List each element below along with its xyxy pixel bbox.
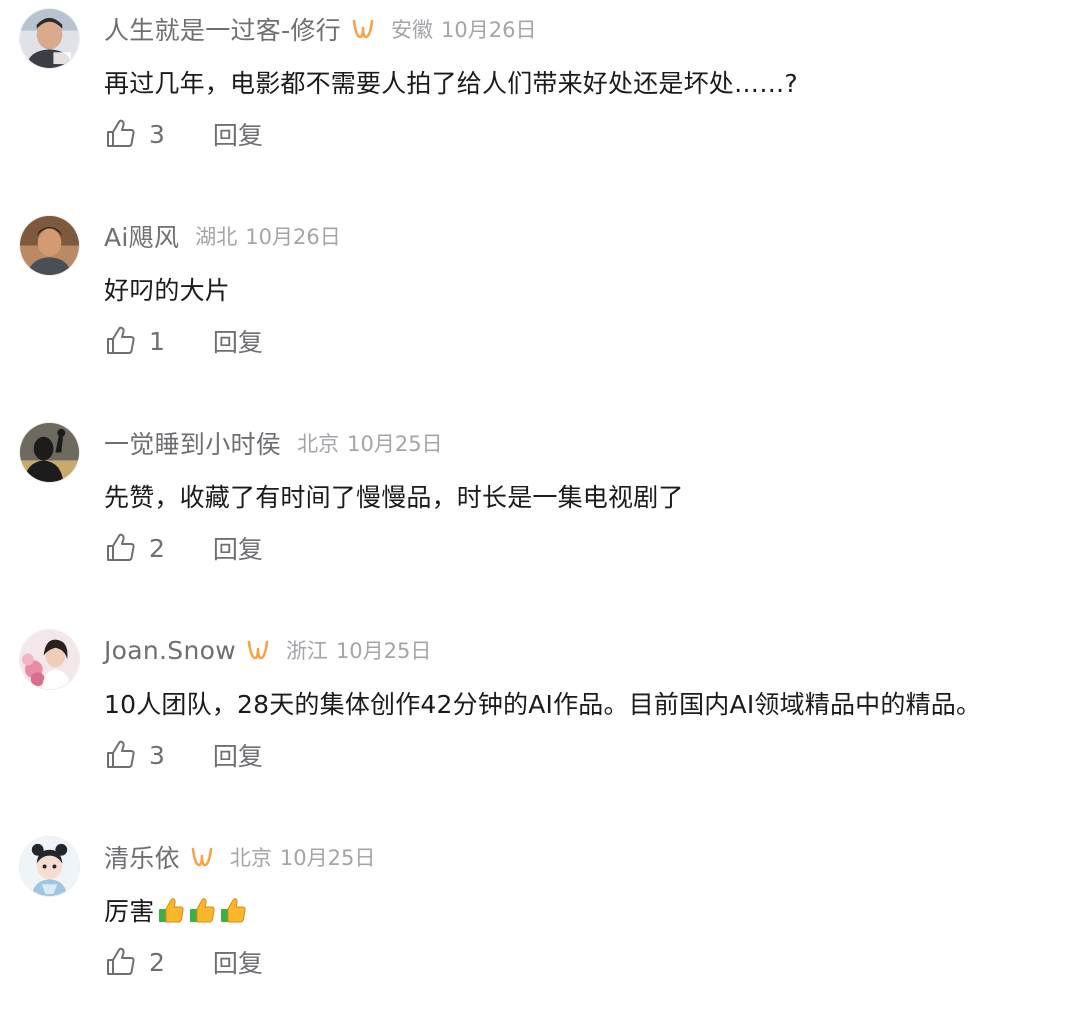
- like-count: 2: [149, 533, 165, 563]
- comment-text: 再过几年，电影都不需要人拍了给人们带来好处还是坏处……?: [104, 60, 798, 104]
- location: 北京: [229, 846, 272, 870]
- reply-button[interactable]: 回复: [213, 323, 263, 359]
- creator-badge-icon: [246, 638, 270, 662]
- timestamp: 10月25日: [347, 432, 443, 456]
- comment-actions: 1 回复: [104, 317, 263, 365]
- like-button[interactable]: 1: [104, 324, 165, 358]
- username[interactable]: 一觉睡到小时侯: [104, 425, 281, 461]
- comment-actions: 2 回复: [104, 524, 263, 572]
- thumbs-up-icon: [104, 945, 138, 979]
- comment-item: Ai飓风 湖北 10月26日好叼的大片 1 回复: [0, 207, 1080, 414]
- reply-button[interactable]: 回复: [213, 116, 263, 152]
- like-count: 3: [149, 119, 165, 149]
- comment-meta: 人生就是一过客-修行 安徽 10月26日: [104, 8, 536, 50]
- username[interactable]: 人生就是一过客-修行: [104, 11, 341, 47]
- avatar[interactable]: [19, 422, 80, 483]
- comment-text-body: 10人团队，28天的集体创作42分钟的AI作品。目前国内AI领域精品中的精品。: [104, 690, 982, 719]
- comment-text-body: 先赞，收藏了有时间了慢慢品，时长是一集电视剧了: [104, 483, 684, 512]
- username[interactable]: Joan.Snow: [104, 636, 236, 665]
- thumbs-up-emoji-icon: [156, 896, 185, 925]
- thumbs-up-icon: [104, 531, 138, 565]
- timestamp: 10月26日: [245, 225, 341, 249]
- comment-actions: 3 回复: [104, 731, 263, 779]
- location: 北京: [297, 432, 340, 456]
- comment-meta: 清乐依 北京 10月25日: [104, 836, 375, 878]
- comment-text: 厉害: [104, 888, 247, 932]
- comment-text-body: 厉害: [104, 897, 155, 926]
- thumbs-up-icon: [104, 324, 138, 358]
- thumbs-up-emoji-icon: [187, 896, 216, 925]
- like-button[interactable]: 2: [104, 945, 165, 979]
- comment-item: 人生就是一过客-修行 安徽 10月26日再过几年，电影都不需要人拍了给人们带来好处还…: [0, 0, 1080, 207]
- comment-item: 清乐依 北京 10月25日厉害 2 回复: [0, 828, 1080, 1035]
- timestamp: 10月26日: [441, 18, 537, 42]
- comment-meta: Joan.Snow 浙江 10月25日: [104, 629, 431, 671]
- avatar[interactable]: [19, 215, 80, 276]
- like-button[interactable]: 3: [104, 117, 165, 151]
- comment-actions: 3 回复: [104, 110, 263, 158]
- thumbs-up-icon: [104, 738, 138, 772]
- comment-item: 一觉睡到小时侯 北京 10月25日先赞，收藏了有时间了慢慢品，时长是一集电视剧了 2 回…: [0, 414, 1080, 621]
- like-button[interactable]: 3: [104, 738, 165, 772]
- like-count: 2: [149, 947, 165, 977]
- comment-item: Joan.Snow 浙江 10月25日 10人团队，28天的集体创作42分钟的AI作品…: [0, 621, 1080, 828]
- avatar[interactable]: [19, 836, 80, 897]
- location: 湖北: [195, 225, 238, 249]
- thumbs-up-emoji-icon: [218, 896, 247, 925]
- comment-meta: 一觉睡到小时侯 北京 10月25日: [104, 422, 443, 464]
- reply-button[interactable]: 回复: [213, 737, 263, 773]
- timestamp: 10月25日: [335, 639, 432, 663]
- like-button[interactable]: 2: [104, 531, 165, 565]
- location: 浙江: [285, 639, 328, 663]
- comment-text: 好叼的大片: [104, 267, 230, 311]
- avatar[interactable]: [19, 8, 80, 69]
- reply-button[interactable]: 回复: [213, 944, 263, 980]
- timestamp: 10月25日: [279, 846, 376, 870]
- location: 安徽: [391, 18, 434, 42]
- creator-badge-icon: [351, 17, 375, 41]
- comment-text-body: 好叼的大片: [104, 276, 231, 305]
- comment-text: 先赞，收藏了有时间了慢慢品，时长是一集电视剧了: [104, 474, 684, 518]
- username[interactable]: Ai飓风: [104, 218, 179, 254]
- comment-text: 10人团队，28天的集体创作42分钟的AI作品。目前国内AI领域精品中的精品。: [104, 681, 981, 725]
- reply-button[interactable]: 回复: [213, 530, 263, 566]
- comment-text-body: 再过几年，电影都不需要人拍了给人们带来好处还是坏处……?: [104, 69, 798, 98]
- comment-actions: 2 回复: [104, 938, 263, 986]
- like-count: 1: [149, 326, 165, 356]
- like-count: 3: [149, 740, 165, 770]
- thumbs-up-icon: [104, 117, 138, 151]
- avatar[interactable]: [19, 629, 80, 690]
- username[interactable]: 清乐依: [104, 839, 180, 875]
- creator-badge-icon: [190, 845, 214, 869]
- comment-meta: Ai飓风 湖北 10月26日: [104, 215, 341, 257]
